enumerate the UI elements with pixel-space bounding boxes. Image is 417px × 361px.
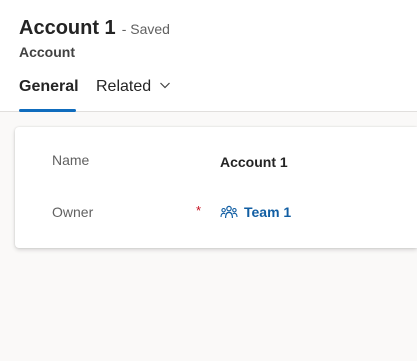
owner-label: Owner [52,204,94,220]
entity-type-label: Account [19,44,75,60]
form-header: Account 1 - Saved Account General Relate… [0,0,417,112]
owner-value: Team 1 [244,204,292,220]
general-section-card: Name Account 1 Owner * Team 1 [15,127,417,248]
tab-related-label: Related [96,78,152,95]
record-title: Account 1 [19,17,116,39]
team-icon [220,205,238,219]
tab-general-label: General [19,78,79,95]
tab-general[interactable]: General [19,78,79,112]
active-tab-indicator [19,109,76,112]
tab-related[interactable]: Related [96,78,171,112]
name-field[interactable]: Account 1 [220,154,288,170]
tab-list: General Related [19,78,171,112]
save-status: - Saved [121,21,170,37]
chevron-down-icon [160,82,171,89]
required-indicator: * [196,203,202,218]
title-row: Account 1 - Saved [19,17,170,40]
name-label: Name [52,152,90,168]
owner-lookup-link[interactable]: Team 1 [220,204,291,220]
